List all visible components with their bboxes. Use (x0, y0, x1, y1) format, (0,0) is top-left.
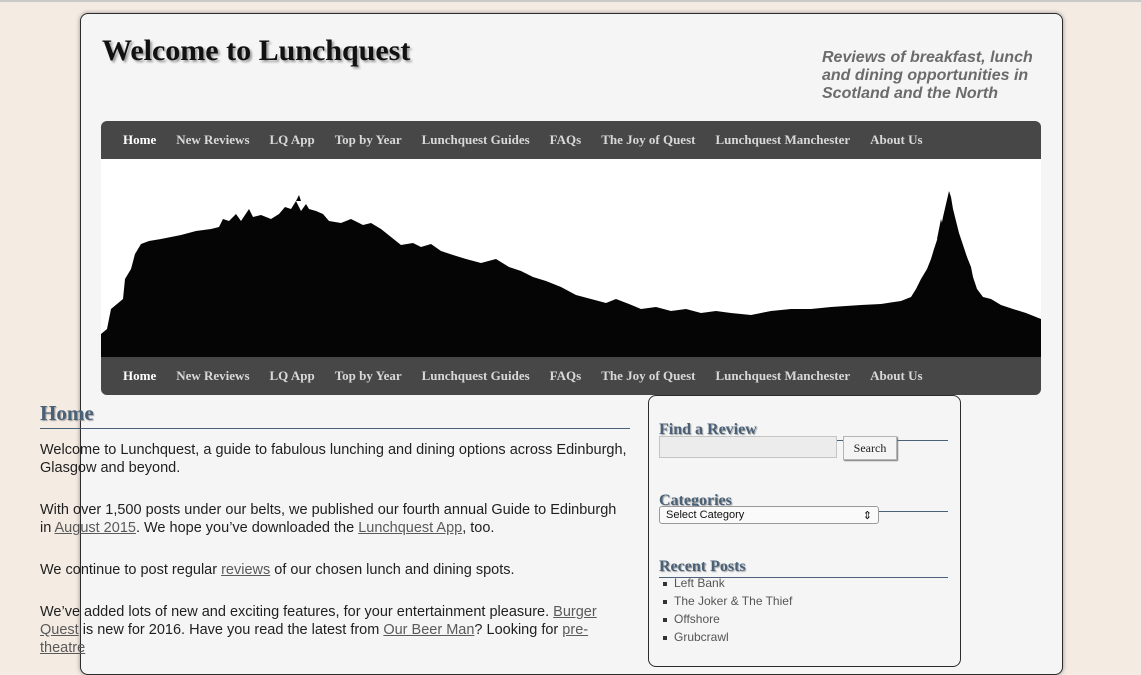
page-title: Home (40, 400, 630, 429)
main-content: Home Welcome to Lunchquest, a guide to f… (40, 400, 630, 656)
nav-item-lunchquest-guides[interactable]: Lunchquest Guides (412, 368, 540, 384)
recent-post-item[interactable]: Left Bank (663, 574, 792, 592)
search-button[interactable]: Search (843, 436, 897, 460)
features-text-2: is new for 2016. Have you read the lates… (78, 622, 384, 638)
search-input[interactable] (659, 436, 837, 458)
features-text-3: ? Looking for (474, 622, 563, 638)
nav-item-new-reviews[interactable]: New Reviews (166, 132, 259, 148)
nav-item-top-by-year[interactable]: Top by Year (325, 368, 412, 384)
nav-item-about-us[interactable]: About Us (860, 132, 932, 148)
reviews-text-2: of our chosen lunch and dining spots. (270, 562, 515, 578)
intro-paragraph: Welcome to Lunchquest, a guide to fabulo… (40, 442, 627, 476)
site-title[interactable]: Welcome to Lunchquest (102, 34, 410, 68)
recent-post-item[interactable]: Offshore (663, 610, 792, 628)
nav-item-joy-of-quest[interactable]: The Joy of Quest (591, 132, 705, 148)
sidebar: Find a Review Search Categories Select C… (648, 395, 961, 667)
nav-item-faqs[interactable]: FAQs (540, 132, 592, 148)
nav-item-lunchquest-guides[interactable]: Lunchquest Guides (412, 132, 540, 148)
reviews-link[interactable]: reviews (221, 562, 270, 578)
edinburgh-skyline-silhouette (101, 191, 1041, 357)
our-beer-man-link[interactable]: Our Beer Man (383, 622, 474, 638)
recent-posts-list: Left Bank The Joker & The Thief Offshore… (663, 574, 792, 646)
nav-item-lunchquest-manchester[interactable]: Lunchquest Manchester (705, 132, 860, 148)
category-select[interactable]: Select Category ⇕ (659, 506, 879, 524)
nav-item-lq-app[interactable]: LQ App (260, 132, 325, 148)
nav-item-top-by-year[interactable]: Top by Year (325, 132, 412, 148)
features-paragraph: We’ve added lots of new and exciting fea… (40, 603, 630, 657)
features-text-1: We’ve added lots of new and exciting fea… (40, 604, 554, 620)
reviews-paragraph: We continue to post regular reviews of o… (40, 561, 630, 579)
select-arrows-icon: ⇕ (862, 509, 872, 522)
nav-item-home[interactable]: Home (113, 132, 166, 148)
recent-post-item[interactable]: Grubcrawl (663, 628, 792, 646)
nav-item-lunchquest-manchester[interactable]: Lunchquest Manchester (705, 368, 860, 384)
guide-paragraph: With over 1,500 posts under our belts, w… (40, 501, 630, 537)
nav-item-home[interactable]: Home (113, 368, 166, 384)
nav-item-faqs[interactable]: FAQs (540, 368, 592, 384)
reviews-text-1: We continue to post regular (40, 562, 222, 578)
guide-text-2: . We hope you’ve downloaded the (135, 520, 359, 536)
browser-top-edge (0, 0, 1141, 2)
nav-item-joy-of-quest[interactable]: The Joy of Quest (591, 368, 705, 384)
skyline-header-image (101, 159, 1041, 357)
guide-text-3: , too. (462, 520, 495, 536)
nav-item-about-us[interactable]: About Us (860, 368, 932, 384)
nav-item-new-reviews[interactable]: New Reviews (166, 368, 259, 384)
bottom-nav-bar: Home New Reviews LQ App Top by Year Lunc… (101, 357, 1041, 395)
lunchquest-app-link[interactable]: Lunchquest App (358, 520, 462, 536)
top-nav-bar: Home New Reviews LQ App Top by Year Lunc… (101, 121, 1041, 159)
category-select-value: Select Category (666, 509, 745, 521)
nav-item-lq-app[interactable]: LQ App (260, 368, 325, 384)
site-tagline: Reviews of breakfast, lunch and dining o… (822, 49, 1033, 102)
august-2015-link[interactable]: August 2015 (55, 520, 136, 536)
recent-post-item[interactable]: The Joker & The Thief (663, 592, 792, 610)
